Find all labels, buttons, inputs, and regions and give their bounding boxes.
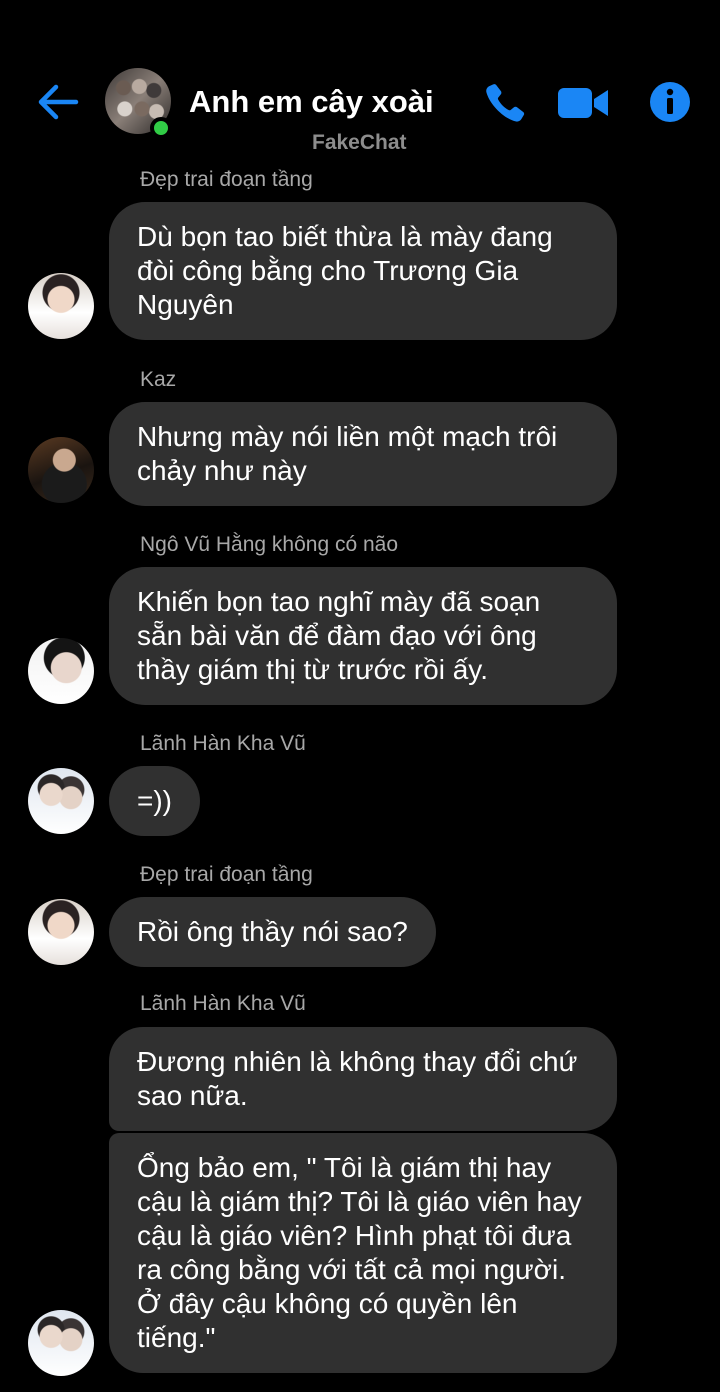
message-bubble[interactable]: Khiến bọn tao nghĩ mày đã soạn sẵn bài v… bbox=[109, 567, 617, 705]
message-bubble[interactable]: Dù bọn tao biết thừa là mày đang đòi côn… bbox=[109, 202, 617, 340]
message-bubble[interactable]: Đương nhiên là không thay đổi chứ sao nữ… bbox=[109, 1027, 617, 1131]
online-indicator bbox=[150, 117, 172, 139]
avatar[interactable] bbox=[28, 273, 94, 339]
back-arrow-icon[interactable] bbox=[36, 82, 80, 122]
chat-header: Anh em cây xoài FakeChat bbox=[0, 0, 720, 160]
message-bubble[interactable]: Rồi ông thầy nói sao? bbox=[109, 897, 436, 967]
avatar[interactable] bbox=[28, 768, 94, 834]
avatar[interactable] bbox=[28, 437, 94, 503]
phone-icon[interactable] bbox=[480, 80, 528, 128]
message-bubble[interactable]: Nhưng mày nói liền một mạch trôi chảy nh… bbox=[109, 402, 617, 506]
sender-name: Đẹp trai đoạn tầng bbox=[140, 168, 313, 191]
info-icon[interactable] bbox=[648, 80, 692, 124]
avatar[interactable] bbox=[28, 638, 94, 704]
watermark: FakeChat bbox=[312, 131, 407, 154]
sender-name: Đẹp trai đoạn tầng bbox=[140, 863, 313, 886]
message-bubble[interactable]: Ổng bảo em, " Tôi là giám thị hay cậu là… bbox=[109, 1133, 617, 1373]
sender-name: Lãnh Hàn Kha Vũ bbox=[140, 732, 306, 755]
sender-name: Ngô Vũ Hằng không có não bbox=[140, 533, 399, 556]
message-bubble[interactable]: =)) bbox=[109, 766, 200, 836]
sender-name: Kaz bbox=[140, 368, 177, 391]
video-camera-icon[interactable] bbox=[556, 84, 610, 122]
group-name[interactable]: Anh em cây xoài bbox=[189, 84, 434, 120]
avatar[interactable] bbox=[28, 899, 94, 965]
sender-name: Lãnh Hàn Kha Vũ bbox=[140, 992, 306, 1015]
avatar[interactable] bbox=[28, 1310, 94, 1376]
